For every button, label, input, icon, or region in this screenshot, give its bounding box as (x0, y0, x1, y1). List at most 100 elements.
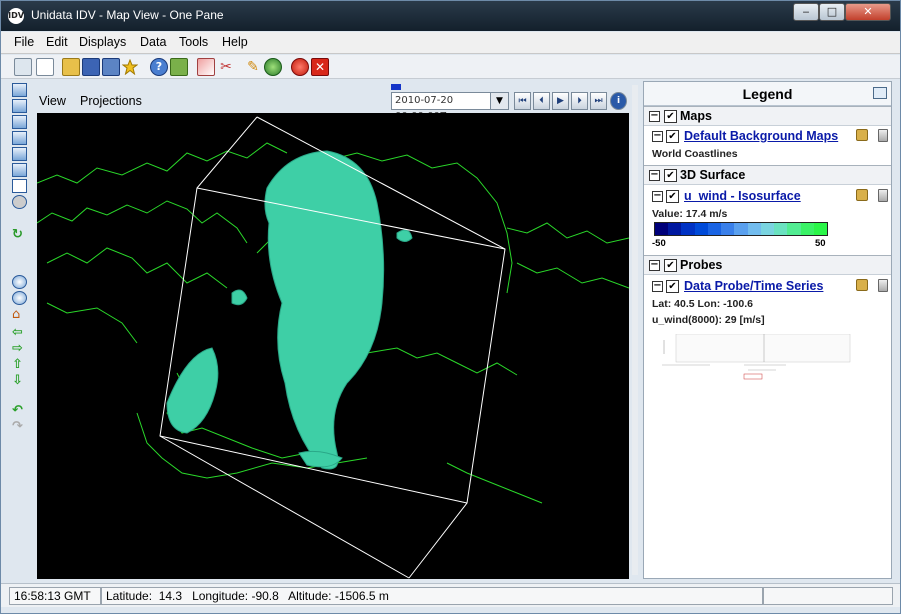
globe-icon[interactable] (264, 58, 282, 76)
pan-up-icon[interactable]: ⇧ (12, 357, 27, 372)
collapse-maps-icon[interactable]: − (649, 111, 660, 122)
title-bar: IDV Unidata IDV - Map View - One Pane ‒ … (1, 1, 900, 31)
save-icon[interactable] (82, 58, 100, 76)
menu-displays[interactable]: Displays (79, 35, 126, 49)
step-back-icon[interactable]: ⏴ (533, 92, 550, 110)
lock-icon[interactable] (856, 279, 868, 291)
collapse-probes-icon[interactable]: − (649, 260, 660, 271)
play-icon[interactable]: ▶ (552, 92, 569, 110)
data-chooser-icon[interactable] (14, 58, 32, 76)
color-bar-max: 50 (815, 238, 826, 249)
pan-right-icon[interactable]: ⇨ (12, 341, 27, 356)
help-icon[interactable]: ? (150, 58, 168, 76)
maximize-button[interactable]: □ (819, 3, 845, 21)
view-north-icon[interactable] (12, 115, 27, 129)
view-south-icon[interactable] (12, 147, 27, 161)
menu-tools[interactable]: Tools (179, 35, 208, 49)
rotate-icon[interactable]: ↻ (12, 227, 27, 242)
first-step-icon[interactable]: ⏮ (514, 92, 531, 110)
probe-value-text: u_wind(8000): 29 [m/s] (652, 314, 765, 326)
pan-down-icon[interactable]: ⇩ (12, 373, 27, 388)
maps-item-visible-checkbox[interactable]: ✔ (666, 130, 679, 143)
view-bottom-icon[interactable] (12, 99, 27, 113)
perspective-icon[interactable] (12, 195, 27, 209)
time-indicator (391, 84, 401, 90)
step-forward-icon[interactable]: ⏵ (571, 92, 588, 110)
view-east-icon[interactable] (12, 131, 27, 145)
trash-icon[interactable] (878, 129, 888, 142)
zoom-in-icon[interactable] (12, 275, 27, 289)
time-dropdown-icon[interactable]: ▼ (490, 92, 509, 110)
u-wind-isosurface-link[interactable]: u_wind - Isosurface (684, 189, 801, 203)
lock-icon[interactable] (856, 189, 868, 201)
legend-section-maps: − ✔ Maps (644, 106, 891, 126)
projections-menu[interactable]: Projections (80, 94, 142, 108)
collapse-probe-item-icon[interactable]: − (652, 281, 663, 292)
last-step-icon[interactable]: ⏭ (590, 92, 607, 110)
section-title: Probes (680, 258, 723, 272)
lock-icon[interactable] (856, 129, 868, 141)
menu-edit[interactable]: Edit (46, 35, 68, 49)
menu-file[interactable]: File (14, 35, 34, 49)
stop-icon[interactable] (291, 58, 309, 76)
view-menu[interactable]: View (39, 94, 66, 108)
collapse-maps-item-icon[interactable]: − (652, 131, 663, 142)
trash-icon[interactable] (878, 279, 888, 292)
map-view[interactable] (37, 113, 629, 579)
menu-data[interactable]: Data (140, 35, 166, 49)
view-toolbar: ↻ ⌂ ⇦ ⇨ ⇧ ⇩ ↶ ↷ (9, 81, 31, 581)
data-probe-time-series-link[interactable]: Data Probe/Time Series (684, 279, 823, 293)
mail-icon[interactable] (170, 58, 188, 76)
idv-logo-icon: IDV (8, 8, 24, 24)
default-background-maps-link[interactable]: Default Background Maps (684, 129, 838, 143)
new-window-icon[interactable] (36, 58, 54, 76)
view-top-icon[interactable] (12, 83, 27, 97)
view-west-icon[interactable] (12, 163, 27, 177)
close-button[interactable]: ✕ (845, 3, 891, 21)
trash-icon[interactable] (878, 189, 888, 202)
save-as-icon[interactable] (102, 58, 120, 76)
legend-float-icon[interactable] (873, 87, 887, 99)
coastline-caribbean (446, 462, 543, 504)
status-empty (763, 587, 893, 605)
collapse-isosurface-item-icon[interactable]: − (652, 191, 663, 202)
main-toolbar: ? ✂ ✎ ✕ (1, 55, 900, 79)
status-bar: 16:58:13 GMT Latitude: 14.3 Longitude: -… (1, 583, 900, 607)
open-folder-icon[interactable] (62, 58, 80, 76)
map-canvas (37, 116, 629, 579)
pencil-icon[interactable]: ✎ (244, 58, 262, 76)
remove-all-icon[interactable]: ✕ (311, 58, 329, 76)
isosurface-value-text: Value: 17.4 m/s (652, 208, 728, 220)
coastline-hudson (46, 247, 228, 289)
maps-visible-checkbox[interactable]: ✔ (664, 110, 677, 123)
idv-window: IDV Unidata IDV - Map View - One Pane ‒ … (0, 0, 901, 614)
isosurface-main (264, 150, 385, 470)
undo-icon[interactable]: ↶ (12, 403, 27, 418)
legend-panel: Legend − ✔ Maps − ✔ Default Background M… (643, 81, 892, 579)
probes-visible-checkbox[interactable]: ✔ (664, 259, 677, 272)
menu-help[interactable]: Help (222, 35, 248, 49)
isosurface-blob-east (396, 229, 413, 242)
pan-left-icon[interactable]: ⇦ (12, 325, 27, 340)
color-bar[interactable] (654, 222, 828, 236)
favorite-star-icon[interactable] (121, 58, 139, 76)
animation-info-icon[interactable]: i (610, 92, 627, 110)
view-box-icon[interactable] (12, 179, 27, 193)
zoom-out-icon[interactable] (12, 291, 27, 305)
coastline-atlantic-north (506, 222, 629, 244)
scissors-icon[interactable]: ✂ (217, 58, 235, 76)
coastline-atlantic (516, 262, 629, 289)
probe-visible-checkbox[interactable]: ✔ (666, 280, 679, 293)
eraser-icon[interactable] (197, 58, 215, 76)
redo-icon[interactable]: ↷ (12, 419, 27, 434)
status-readout: Latitude: 14.3 Longitude: -90.8 Altitude… (101, 587, 763, 605)
window-title: Unidata IDV - Map View - One Pane (31, 8, 224, 22)
isosurface-visible-checkbox[interactable]: ✔ (666, 190, 679, 203)
minimize-button[interactable]: ‒ (793, 3, 819, 21)
coastline-canada (37, 200, 248, 244)
probe-time-series-thumbnail (660, 333, 852, 380)
3d-surface-visible-checkbox[interactable]: ✔ (664, 169, 677, 182)
collapse-3d-surface-icon[interactable]: − (649, 170, 660, 181)
home-icon[interactable]: ⌂ (12, 307, 27, 322)
legend-title: Legend (644, 82, 891, 106)
